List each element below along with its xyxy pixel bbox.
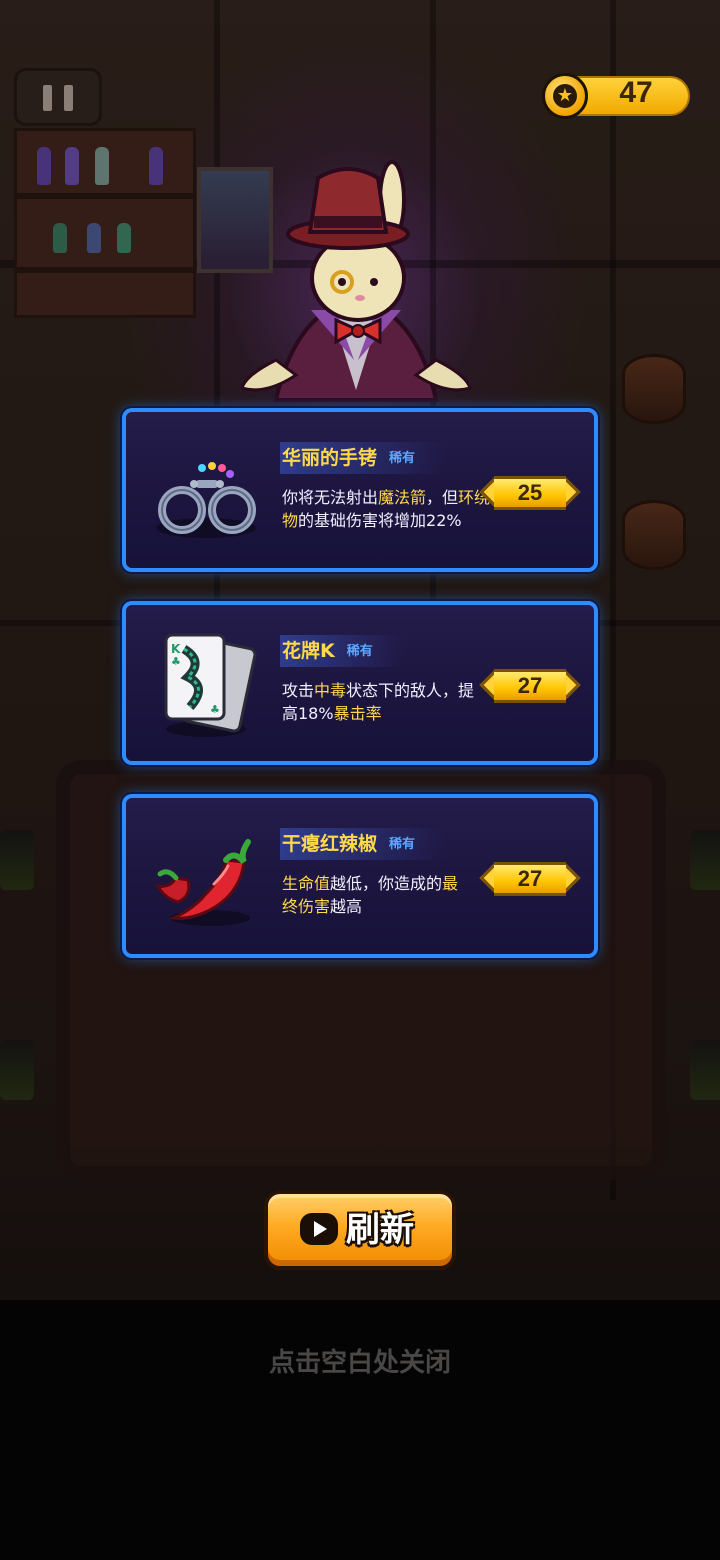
price-value: 25 bbox=[494, 476, 566, 510]
desc-highlight: 魔法箭 bbox=[378, 488, 427, 507]
desc-text: 越高 bbox=[330, 897, 363, 916]
svg-text:♣: ♣ bbox=[171, 655, 181, 668]
offer-name: 干瘪红辣椒 bbox=[282, 833, 378, 855]
close-hint[interactable]: 点击空白处关闭 bbox=[0, 1342, 720, 1379]
svg-text:K: K bbox=[171, 642, 181, 656]
star-icon: ★ bbox=[553, 84, 577, 108]
desc-highlight: 暴击率 bbox=[333, 704, 382, 723]
offer-name: 华丽的手铐 bbox=[282, 447, 378, 469]
offer-description: 你将无法射出魔法箭，但环绕物的基础伤害将增加22% bbox=[282, 486, 492, 532]
offer-title-band: 干瘪红辣椒 稀有 bbox=[280, 828, 446, 860]
offer-description: 攻击中毒状态下的敌人，提高18%暴击率 bbox=[282, 679, 478, 725]
desc-highlight: 生命值 bbox=[282, 874, 331, 893]
coin-count: 47 bbox=[619, 76, 653, 109]
desc-text: 越低，你造成的 bbox=[330, 874, 443, 893]
offer-name: 花牌K bbox=[282, 640, 335, 662]
desc-text: 攻击 bbox=[282, 681, 315, 700]
play-icon bbox=[314, 1221, 327, 1237]
offer-title-band: 华丽的手铐 稀有 bbox=[280, 442, 446, 474]
pause-button[interactable] bbox=[14, 68, 102, 126]
pause-icon bbox=[43, 85, 52, 111]
king-card-icon: K ♣ ♣ bbox=[144, 621, 268, 745]
video-ad-icon bbox=[300, 1213, 338, 1245]
offer-description: 生命值越低，你造成的最终伤害越高 bbox=[282, 872, 472, 918]
refresh-button[interactable]: 刷新 bbox=[264, 1190, 456, 1270]
price-tag: 27 bbox=[479, 862, 581, 896]
offer-rarity: 稀有 bbox=[346, 644, 373, 659]
offer-card-pepper[interactable]: 干瘪红辣椒 稀有 生命值越低，你造成的最终伤害越高 27 bbox=[122, 794, 598, 958]
desc-text: 你将无法射出 bbox=[282, 488, 379, 507]
pause-icon bbox=[64, 85, 73, 111]
offer-card-handcuffs[interactable]: 华丽的手铐 稀有 你将无法射出魔法箭，但环绕物的基础伤害将增加22% 25 bbox=[122, 408, 598, 572]
price-tag: 25 bbox=[479, 476, 581, 510]
coin-icon: ★ bbox=[542, 73, 588, 119]
refresh-label: 刷新 bbox=[346, 1210, 414, 1250]
price-value: 27 bbox=[494, 669, 566, 703]
offer-card-king[interactable]: K ♣ ♣ 花牌K 稀有 攻击中毒状态下的敌人，提高18%暴击率 27 bbox=[122, 601, 598, 765]
desc-text: 的基础伤害将增加22% bbox=[298, 511, 462, 530]
svg-text:♣: ♣ bbox=[210, 703, 220, 716]
rabbit-merchant bbox=[240, 160, 472, 402]
coin-counter: 47 ★ bbox=[542, 73, 692, 119]
shop-screen[interactable]: 47 ★ 华丽的手铐 稀有 你将无法射出魔法箭，但环绕物的基础伤害将增加22% … bbox=[0, 0, 720, 1560]
red-pepper-icon bbox=[144, 814, 268, 938]
price-tag: 27 bbox=[479, 669, 581, 703]
offer-rarity: 稀有 bbox=[389, 451, 416, 466]
offer-title-band: 花牌K 稀有 bbox=[280, 635, 403, 667]
offer-rarity: 稀有 bbox=[389, 837, 416, 852]
desc-text: ，但 bbox=[426, 488, 459, 507]
price-value: 27 bbox=[494, 862, 566, 896]
desc-highlight: 中毒 bbox=[314, 681, 347, 700]
handcuffs-icon bbox=[144, 428, 268, 552]
